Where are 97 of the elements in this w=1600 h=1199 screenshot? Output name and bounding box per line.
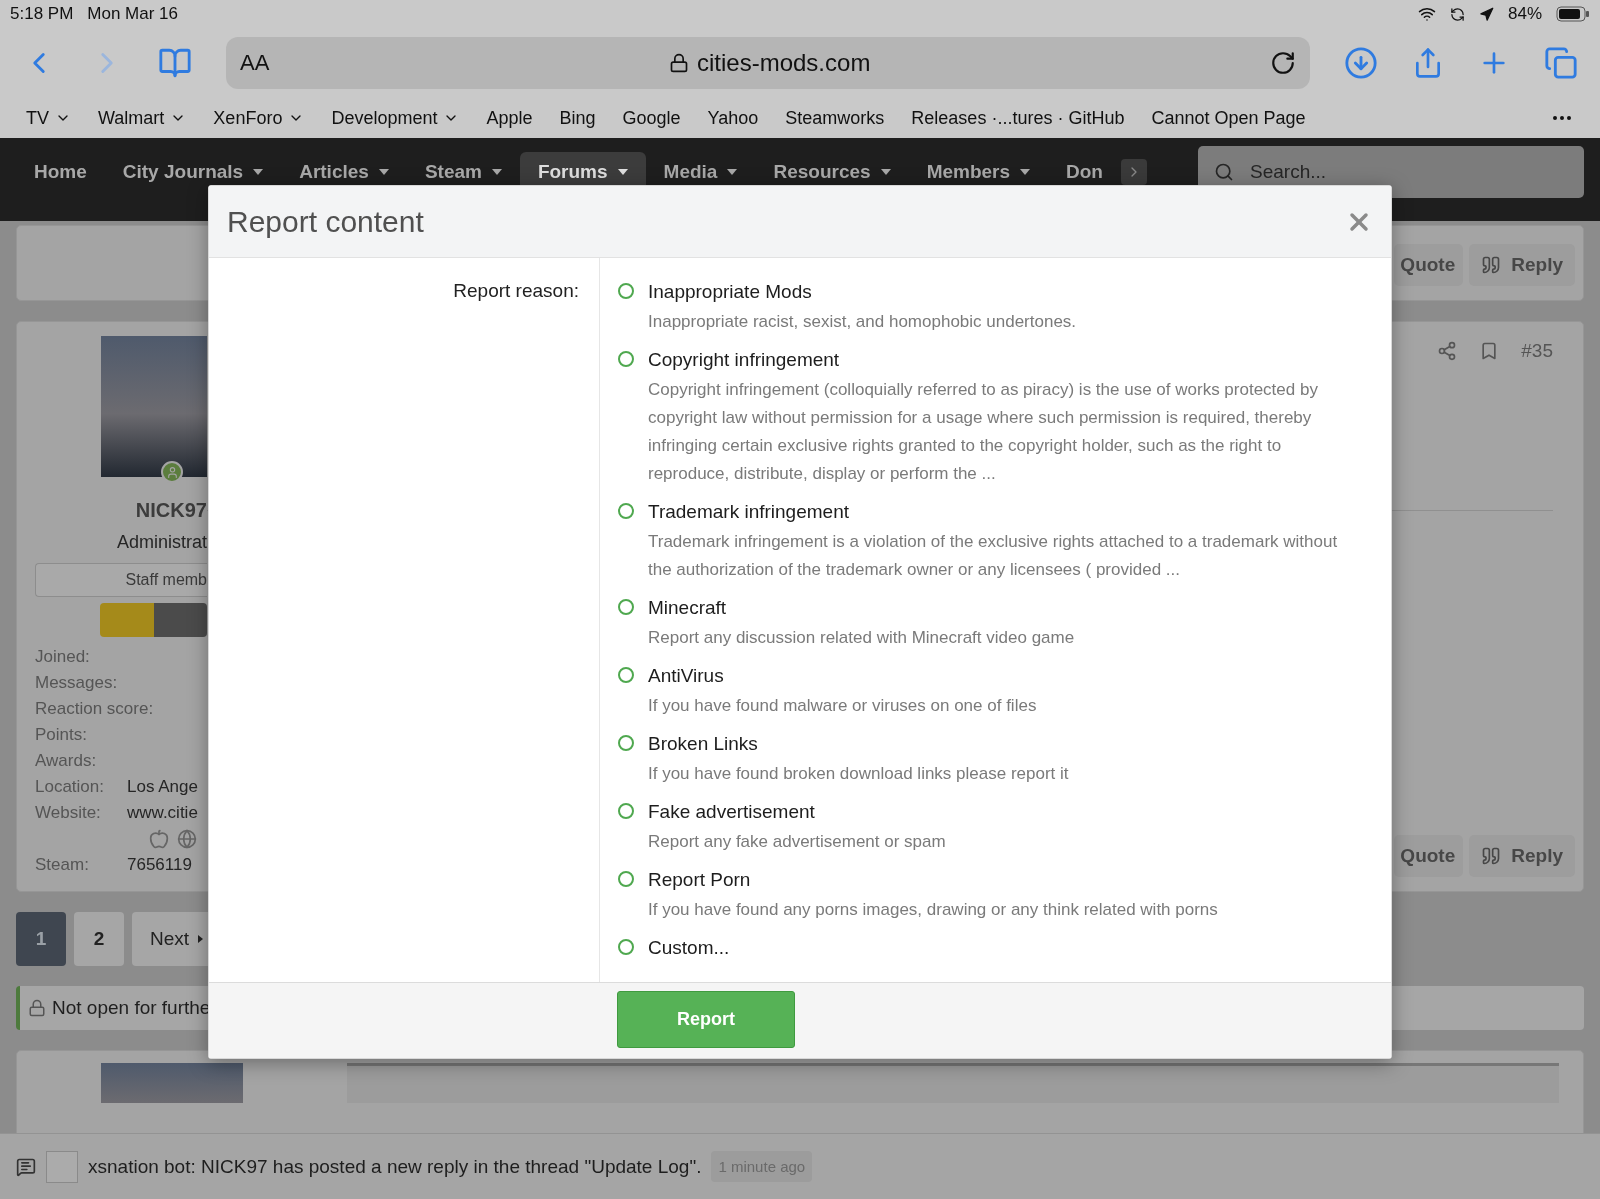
- stat-label: Awards:: [35, 751, 98, 771]
- apple-icon: [149, 829, 169, 849]
- bookmark-item[interactable]: Yahoo: [707, 107, 759, 129]
- radio-button[interactable]: [618, 503, 634, 519]
- download-icon[interactable]: [1344, 46, 1378, 80]
- nav-tab[interactable]: Home: [16, 160, 105, 183]
- bookmark-item[interactable]: Google: [622, 107, 681, 129]
- radio-button[interactable]: [618, 871, 634, 887]
- globe-icon: [177, 829, 197, 849]
- radio-button[interactable]: [618, 667, 634, 683]
- caret-down-icon: [727, 168, 738, 175]
- option-description: Copyright infringement (colloquially referred to as piracy) is the use of works protected by copyright law without permission for a usage where such permission is required, thereby infringing certain exclusive rights granted to the copyright holder, such as the right to reproduce, distribute, display or perform the ...: [648, 379, 1319, 485]
- field-label: Report reason:: [453, 279, 580, 303]
- option-label[interactable]: Report Porn: [648, 866, 1361, 894]
- option-description: Report any fake advertisement or spam: [648, 831, 947, 853]
- page-button[interactable]: 2: [74, 912, 124, 966]
- caret-down-icon: [880, 168, 891, 175]
- option-description: Report any discussion related with Minecraft video game: [648, 627, 1076, 649]
- reload-icon[interactable]: [1270, 50, 1296, 76]
- option-label[interactable]: Fake advertisement: [648, 798, 1361, 826]
- option-description: Trademark infringement is a violation of the exclusive rights attached to a trademark without the authorization of the trademark owner or any licensees ( provided ...: [648, 531, 1339, 581]
- bookmark-item[interactable]: Walmart: [98, 107, 187, 129]
- location-arrow-icon: [1478, 6, 1494, 22]
- stat-value: 7656119: [127, 855, 192, 875]
- nav-tab[interactable]: Members: [908, 160, 1049, 183]
- stat-label: Points:: [35, 725, 88, 745]
- option-label[interactable]: Copyright infringement: [648, 346, 1361, 374]
- bookmark-item[interactable]: Cannot Open Page: [1151, 107, 1306, 129]
- caret-down-icon: [491, 168, 502, 175]
- caret-icon: [197, 934, 205, 944]
- address-bar[interactable]: AA cities-mods.com: [226, 37, 1310, 89]
- notification-text: xsnation bot: NICK97 has posted a new reply in the thread "Update Log".: [88, 1155, 702, 1178]
- nav-tab[interactable]: Resources: [755, 160, 909, 183]
- quote-marks-icon: [1481, 255, 1502, 275]
- tabs-icon[interactable]: [1544, 46, 1578, 80]
- nav-tab[interactable]: Media: [645, 160, 756, 183]
- bookmark-item[interactable]: XenForo: [213, 107, 305, 129]
- author-role: Administrat: [116, 532, 207, 553]
- bookmark-item[interactable]: Releases ·...tures · GitHub: [911, 107, 1125, 129]
- dialog-title: Report content: [227, 204, 424, 239]
- stat-label: Messages:: [35, 673, 119, 693]
- bookmark-item[interactable]: Steamworks: [785, 107, 885, 129]
- nav-scroll-button[interactable]: [1121, 158, 1147, 185]
- nav-tab[interactable]: Don: [1048, 160, 1121, 183]
- stat-label: Steam:: [35, 855, 90, 875]
- wifi-icon: [1417, 5, 1436, 23]
- author-name[interactable]: NICK97: [135, 499, 207, 522]
- radio-button[interactable]: [618, 599, 634, 615]
- radio-button[interactable]: [618, 283, 634, 299]
- stat-label: Location:: [35, 777, 105, 797]
- caret-down-icon: [378, 168, 389, 175]
- option-description: If you have found malware or viruses on one of files: [648, 695, 1038, 717]
- page-button[interactable]: 1: [16, 912, 66, 966]
- bookmark-item[interactable]: Development: [331, 107, 460, 129]
- bookmark-item[interactable]: TV: [26, 107, 71, 129]
- text-size-button[interactable]: AA: [240, 50, 270, 76]
- stat-label: Website:: [35, 803, 102, 823]
- option-description: Inappropriate racist, sexist, and homophobic undertones.: [648, 311, 1078, 333]
- chat-icon: [16, 1156, 36, 1177]
- option-label[interactable]: Trademark infringement: [648, 498, 1361, 526]
- stat-label: Reaction score:: [35, 699, 154, 719]
- radio-button[interactable]: [618, 939, 634, 955]
- date: Mon Mar 16: [87, 4, 178, 24]
- radio-button[interactable]: [618, 803, 634, 819]
- battery-percent: 84%: [1507, 4, 1542, 24]
- staff-banner: Staff memb: [35, 563, 207, 597]
- option-label[interactable]: Minecraft: [648, 594, 1361, 622]
- option-label[interactable]: Inappropriate Mods: [648, 278, 1361, 306]
- online-status-icon: [161, 461, 183, 483]
- avatar-placeholder: [46, 1150, 78, 1183]
- stat-value: www.citie: [127, 803, 198, 823]
- quote-marks-icon: [1481, 846, 1502, 866]
- clock-time: 5:18 PM: [10, 4, 74, 24]
- option-label[interactable]: Broken Links: [648, 730, 1361, 758]
- radio-button[interactable]: [618, 351, 634, 367]
- radio-button[interactable]: [618, 735, 634, 751]
- option-description: If you have found broken download links please report it: [648, 763, 1070, 785]
- lock-icon: [28, 999, 46, 1017]
- caret-down-icon: [1020, 168, 1031, 175]
- caret-down-icon: [253, 168, 264, 175]
- option-label[interactable]: AntiVirus: [648, 662, 1361, 690]
- nav-tab[interactable]: Articles: [281, 160, 407, 183]
- battery-icon: [1556, 6, 1590, 22]
- bookmarks-icon[interactable]: [158, 46, 192, 80]
- option-label[interactable]: Custom...: [648, 934, 1361, 962]
- share-icon[interactable]: [1437, 341, 1458, 361]
- lock-icon: [669, 53, 689, 73]
- stat-label: Joined:: [35, 647, 91, 667]
- bookmark-item[interactable]: Apple: [486, 107, 533, 129]
- nav-tab[interactable]: Steam: [406, 160, 520, 183]
- bookmark-item[interactable]: Bing: [559, 107, 596, 129]
- nav-tab[interactable]: City Journals: [104, 160, 282, 183]
- caret-down-icon: [617, 168, 628, 175]
- url-text: cities-mods.com: [697, 49, 871, 77]
- stat-value: Los Ange: [127, 777, 198, 797]
- search-icon: [1214, 161, 1234, 182]
- option-description: If you have found any porns images, drawing or any think related with porns: [648, 899, 1219, 921]
